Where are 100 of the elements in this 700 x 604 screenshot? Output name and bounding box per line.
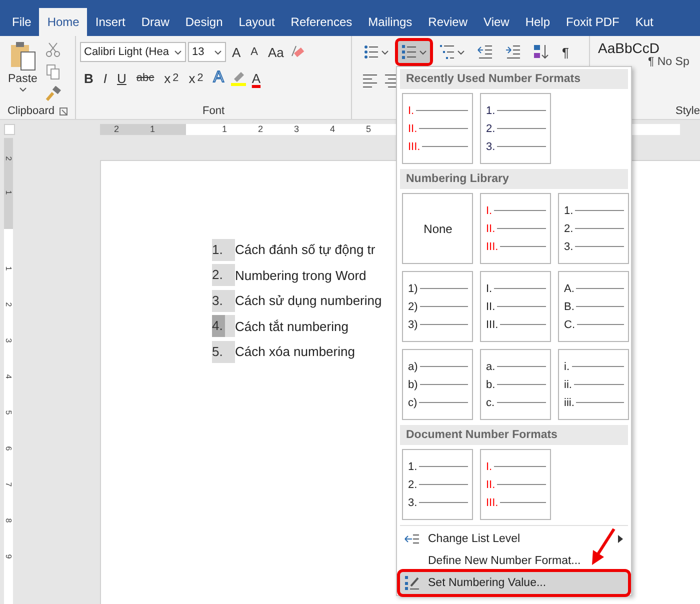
- ribbon-tab[interactable]: Help: [517, 8, 558, 36]
- list-marker: II.: [408, 122, 418, 134]
- menu-item[interactable]: Set Numbering Value...: [400, 572, 628, 594]
- format-button[interactable]: B: [80, 67, 98, 89]
- list-marker: b.: [486, 378, 496, 390]
- shrink-font-button[interactable]: A: [246, 41, 262, 63]
- number-format-tile[interactable]: a. b. c.: [480, 349, 551, 420]
- format-button[interactable]: abc: [132, 67, 158, 89]
- caret-icon: [381, 48, 389, 56]
- ribbon-tab[interactable]: Draw: [133, 8, 178, 36]
- grow-font-button[interactable]: A: [228, 41, 245, 63]
- list-marker: a): [408, 360, 418, 372]
- list-number: 3.: [212, 290, 235, 312]
- list-marker: I.: [486, 282, 492, 294]
- menu-section-header: Document Number Formats: [400, 425, 628, 445]
- ribbon-tab[interactable]: Kut: [627, 8, 662, 36]
- highlighter-icon: [230, 70, 246, 86]
- ruler-number: 1: [222, 124, 228, 135]
- list-marker: II.: [486, 478, 496, 490]
- list-number: 5.: [212, 340, 235, 363]
- number-format-tile[interactable]: 1. 2. 3.: [480, 93, 551, 164]
- list-item-text: Cách xóa numbering: [235, 344, 355, 360]
- ribbon-tab[interactable]: References: [282, 8, 360, 36]
- font-color-button[interactable]: A: [248, 67, 265, 89]
- menu-item[interactable]: Define New Number Format...: [400, 550, 628, 572]
- caret-icon: [419, 48, 427, 56]
- list-marker: 1.: [564, 204, 574, 216]
- ribbon-tab[interactable]: File: [4, 8, 40, 36]
- ruler-number: 1: [4, 189, 13, 197]
- ruler-number: 5: [366, 124, 372, 135]
- menu-item[interactable]: Change List Level: [400, 528, 628, 550]
- ruler-number: 5: [4, 409, 13, 417]
- list-marker: a.: [486, 360, 496, 372]
- ruler-number: 9: [4, 553, 13, 561]
- list-marker: 2): [408, 300, 418, 312]
- list-marker: 3.: [564, 240, 574, 252]
- style-preview[interactable]: AaBbCcD: [598, 40, 700, 56]
- paragraph-tool-button[interactable]: [398, 41, 430, 63]
- change-case-button[interactable]: Aa: [264, 41, 288, 63]
- show-marks-button[interactable]: ¶: [558, 41, 573, 63]
- list-marker: 2.: [408, 478, 418, 490]
- list-number: 2.: [212, 264, 235, 286]
- list-number: 1.: [212, 238, 235, 261]
- caret-icon: [214, 48, 222, 56]
- numbered-list-icon: [401, 44, 417, 60]
- list-marker: III.: [486, 318, 498, 330]
- ruler-number: 2: [4, 301, 13, 309]
- clipboard-icon: [8, 40, 37, 72]
- caret-icon: [174, 48, 182, 56]
- group-label: Style: [676, 104, 700, 118]
- style-name[interactable]: ¶ No Sp: [648, 56, 700, 68]
- font-name-dropdown[interactable]: Calibri Light (Hea: [80, 42, 186, 62]
- number-format-tile[interactable]: 1. 2. 3.: [558, 193, 629, 264]
- format-button[interactable]: U: [113, 67, 130, 89]
- number-format-tile[interactable]: 1) 2) 3): [402, 271, 473, 342]
- format-button[interactable]: I: [99, 67, 112, 89]
- number-format-tile[interactable]: a) b) c): [402, 349, 473, 420]
- ribbon-tab[interactable]: Insert: [87, 8, 134, 36]
- ribbon-tab[interactable]: Layout: [230, 8, 283, 36]
- ribbon-tab[interactable]: Home: [39, 8, 88, 36]
- number-format-tile[interactable]: I. II. III.: [402, 93, 473, 164]
- ruler-number: 7: [4, 481, 13, 489]
- ribbon-tab[interactable]: Design: [177, 8, 231, 36]
- copy-icon: [45, 64, 62, 80]
- ruler-number: 1: [150, 124, 156, 135]
- ruler-number: 4: [4, 373, 13, 381]
- ribbon-tab[interactable]: Mailings: [360, 8, 420, 36]
- list-marker: i.: [564, 360, 570, 372]
- number-format-tile[interactable]: 1. 2. 3.: [402, 449, 473, 520]
- number-format-tile[interactable]: None: [402, 193, 473, 264]
- list-marker: b): [408, 378, 418, 390]
- paste-button[interactable]: Paste: [4, 40, 42, 103]
- clear-formatting-icon: [290, 44, 306, 60]
- number-format-tile[interactable]: A. B. C.: [558, 271, 629, 342]
- ruler-number: 2: [114, 124, 120, 135]
- number-format-tile[interactable]: I. II. III.: [480, 193, 551, 264]
- numbering-value-icon: [404, 575, 420, 591]
- list-marker: 3.: [408, 496, 418, 508]
- ribbon-tab[interactable]: Foxit PDF: [558, 8, 628, 36]
- ribbon-tab[interactable]: View: [476, 8, 518, 36]
- list-item-text: Cách sử dụng numbering: [235, 293, 382, 308]
- sort-icon: [533, 44, 549, 60]
- list-number: 4.: [212, 315, 235, 338]
- ribbon-tab[interactable]: Review: [420, 8, 476, 36]
- list-marker: 1.: [408, 460, 418, 472]
- ruler-number: 1: [4, 265, 13, 273]
- number-format-tile[interactable]: I. II. III.: [480, 271, 551, 342]
- list-marker: I.: [408, 104, 414, 116]
- list-marker: 2.: [564, 222, 574, 234]
- ruler-number: 4: [330, 124, 336, 135]
- font-size-dropdown[interactable]: 13: [188, 42, 226, 62]
- dialog-launcher-icon: [58, 106, 68, 116]
- list-item-text: Cách đánh số tự động tr: [235, 242, 376, 258]
- list-item-text: Cách tắt numbering: [235, 318, 348, 334]
- list-marker: III.: [486, 496, 498, 508]
- list-marker: I.: [486, 460, 492, 472]
- multilevel-list-icon: [439, 44, 455, 60]
- number-format-tile[interactable]: I. II. III.: [480, 449, 551, 520]
- list-marker: ii.: [564, 378, 572, 390]
- number-format-tile[interactable]: i. ii. iii.: [558, 349, 629, 420]
